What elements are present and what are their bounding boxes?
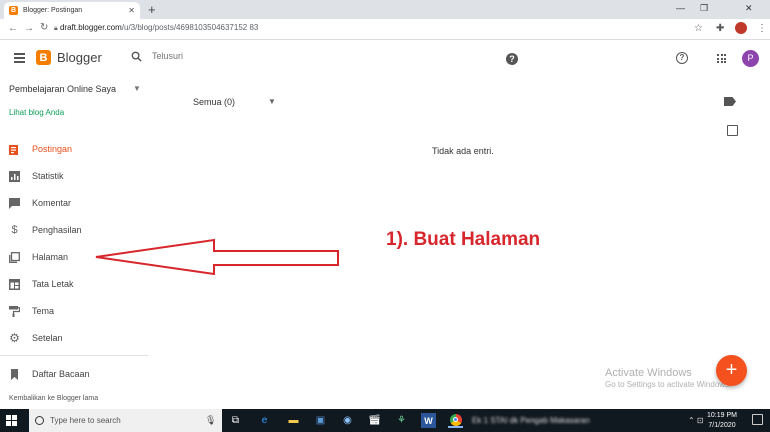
sidebar-item-postingan[interactable]: Postingan — [0, 139, 150, 159]
sidebar-item-label: Penghasilan — [32, 225, 82, 235]
windows-taskbar: Type here to search 🎙︎ ⧉ e ▬ ▣ ◉ 🎬︎ ⚘ W … — [0, 409, 770, 432]
app-icon[interactable]: ◉ — [340, 413, 355, 428]
blog-selector[interactable]: Pembelajaran Online Saya — [9, 84, 116, 94]
pages-icon — [9, 251, 20, 263]
minimize-icon[interactable]: — — [676, 3, 685, 13]
label-icon[interactable] — [724, 97, 736, 106]
chevron-down-icon[interactable]: ▼ — [133, 84, 141, 93]
sidebar-item-tema[interactable]: Tema — [0, 301, 150, 321]
blogger-favicon-icon: B — [9, 6, 18, 15]
sidebar-item-label: Setelan — [32, 333, 63, 343]
taskbar-window-label[interactable]: Ek 1 STAI dk Pengab Makasaran — [472, 416, 590, 425]
tool-icon[interactable]: ⚘ — [394, 413, 409, 428]
sidebar-item-label: Tema — [32, 306, 55, 316]
sidebar-item-tata-letak[interactable]: Tata Letak — [0, 274, 150, 294]
theme-icon — [9, 305, 20, 317]
reload-icon[interactable]: ↻ — [40, 22, 48, 33]
browser-address-bar: ← → ↻ 🔒︎ draft.blogger.com/u/3/blog/post… — [0, 19, 770, 40]
blogger-header: B Blogger ? ? P — [0, 40, 770, 77]
store-icon[interactable]: ▣ — [313, 413, 328, 428]
post-filter-dropdown[interactable]: Semua (0) — [193, 97, 235, 107]
sidebar-item-komentar[interactable]: Komentar — [0, 193, 150, 213]
sidebar-item-label: Daftar Bacaan — [32, 369, 90, 379]
taskbar-search-placeholder: Type here to search — [50, 416, 121, 425]
search-icon[interactable] — [131, 51, 142, 62]
restore-icon[interactable]: ❐ — [700, 3, 708, 14]
layout-icon — [9, 278, 20, 290]
sidebar-item-label: Statistik — [32, 171, 64, 181]
gear-icon: ⚙ — [9, 331, 20, 345]
url-host: draft.blogger.com — [59, 23, 122, 32]
forward-icon[interactable]: → — [24, 23, 34, 34]
annotation-arrow — [95, 238, 339, 275]
extensions-icon[interactable]: ✚ — [716, 23, 724, 34]
sidebar-item-label: Komentar — [32, 198, 72, 208]
video-editor-icon[interactable]: 🎬︎ — [367, 413, 382, 428]
back-icon[interactable]: ← — [8, 23, 18, 34]
cortana-icon — [35, 416, 44, 425]
taskbar-search[interactable]: Type here to search 🎙︎ — [29, 409, 222, 432]
url-field[interactable]: 🔒︎ draft.blogger.com/u/3/blog/posts/4698… — [54, 23, 258, 33]
empty-state-message: Tidak ada entri. — [432, 146, 494, 156]
sidebar-item-setelan[interactable]: ⚙ Setelan — [0, 328, 150, 348]
sidebar-item-daftar-bacaan[interactable]: Daftar Bacaan — [0, 364, 150, 384]
select-all-checkbox[interactable] — [727, 125, 738, 136]
stats-icon — [9, 170, 20, 182]
word-icon[interactable]: W — [421, 413, 436, 428]
new-tab-button[interactable]: + — [148, 2, 156, 17]
taskbar-clock[interactable]: 10:19 PM 7/1/2020 — [704, 411, 740, 431]
sidebar-divider — [0, 355, 148, 356]
blogger-logo-icon[interactable]: B — [36, 50, 51, 65]
clock-time: 10:19 PM — [707, 412, 737, 419]
bookmark-star-icon[interactable]: ☆ — [694, 23, 703, 34]
chrome-icon[interactable] — [448, 413, 463, 428]
microphone-icon[interactable]: 🎙︎ — [205, 415, 216, 426]
close-window-icon[interactable]: ✕ — [745, 3, 753, 14]
browser-tab-strip: B Blogger: Postingan ✕ + — ❐ ✕ — [0, 0, 770, 19]
sidebar-item-label: Postingan — [32, 144, 73, 154]
sidebar-item-label: Tata Letak — [32, 279, 74, 289]
search-input[interactable] — [152, 51, 452, 61]
task-view-icon[interactable]: ⧉ — [228, 413, 243, 428]
lock-icon: 🔒︎ — [54, 25, 58, 32]
system-tray-icons[interactable]: ⌃ ⊡ — [688, 416, 704, 425]
posts-icon — [9, 144, 20, 155]
browser-tab[interactable]: B Blogger: Postingan ✕ — [4, 2, 140, 19]
dollar-icon: $ — [11, 224, 18, 236]
apps-grid-icon[interactable] — [717, 54, 726, 63]
app-name[interactable]: Blogger — [57, 50, 102, 65]
chevron-down-icon[interactable]: ▼ — [268, 97, 276, 106]
close-tab-icon[interactable]: ✕ — [128, 6, 135, 15]
annotation-text: 1). Buat Halaman — [386, 229, 541, 250]
sidebar-item-statistik[interactable]: Statistik — [0, 166, 150, 186]
new-post-button[interactable]: + — [716, 355, 747, 386]
notification-icon[interactable] — [752, 414, 763, 425]
edge-icon[interactable]: e — [257, 413, 272, 428]
account-help-icon[interactable]: ? — [676, 52, 688, 64]
revert-old-blogger-link[interactable]: Kembalikan ke Blogger lama — [9, 395, 98, 402]
browser-menu-icon[interactable]: ⋮ — [757, 23, 767, 34]
browser-profile-icon[interactable] — [735, 22, 747, 34]
avatar[interactable]: P — [742, 50, 759, 67]
sidebar-item-label: Halaman — [32, 252, 69, 262]
view-blog-link[interactable]: Lihat blog Anda — [9, 108, 64, 117]
activate-windows-title: Activate Windows — [605, 367, 692, 379]
tab-title: Blogger: Postingan — [23, 7, 83, 14]
activate-windows-subtitle: Go to Settings to activate Windows. — [605, 380, 732, 389]
clock-date: 7/1/2020 — [708, 422, 736, 429]
help-icon[interactable]: ? — [506, 53, 518, 65]
hamburger-menu-icon[interactable] — [14, 53, 25, 65]
comment-icon — [9, 197, 20, 209]
bookmark-icon — [9, 368, 20, 380]
url-path: /u/3/blog/posts/4698103504637152 83 — [121, 23, 259, 32]
file-explorer-icon[interactable]: ▬ — [286, 413, 301, 428]
windows-start-icon[interactable] — [6, 415, 17, 426]
